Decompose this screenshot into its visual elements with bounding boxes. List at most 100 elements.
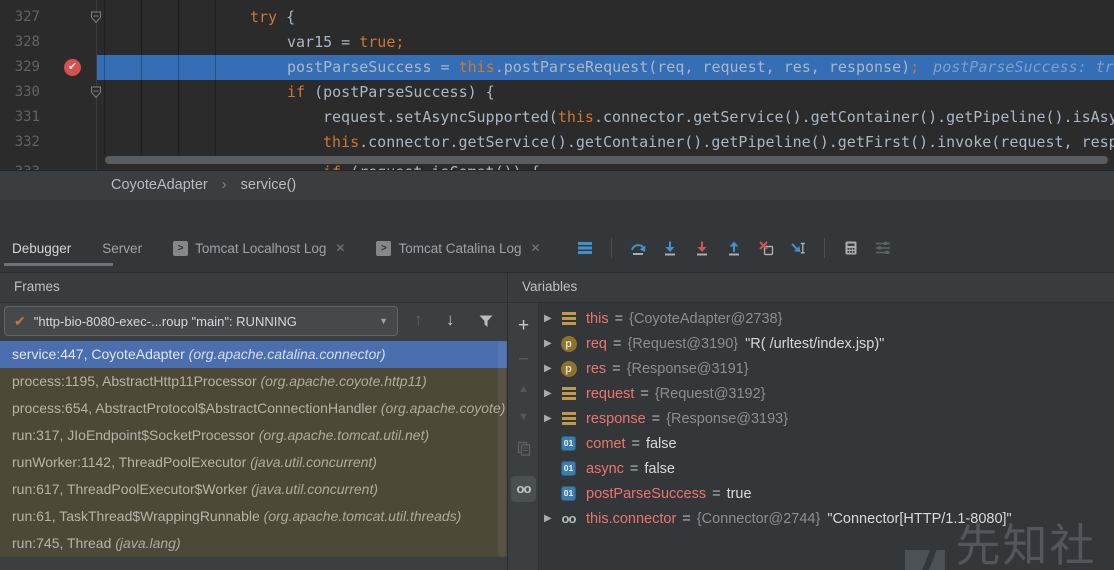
run-to-cursor-icon[interactable]: [790, 240, 806, 256]
variable-row[interactable]: ▶preq={Request@3190}"R( /urltest/index.j…: [539, 331, 1114, 356]
variable-primitive-value: true: [727, 486, 752, 502]
expand-arrow-icon[interactable]: ▶: [544, 513, 560, 524]
code-line: var15 = true;: [287, 30, 404, 55]
equals-sign: =: [613, 336, 621, 352]
frames-panel: Frames ✔ "http-bio-8080-exec-...roup "ma…: [0, 273, 508, 570]
breadcrumb-class[interactable]: CoyoteAdapter: [111, 177, 208, 193]
watches-toolbar: + − ▲ ▼ oo: [509, 303, 539, 570]
frame-location: run:745, Thread: [12, 535, 115, 551]
expand-arrow-icon[interactable]: ▶: [544, 388, 560, 399]
frame-location: service:447, CoyoteAdapter: [12, 346, 189, 362]
variable-row[interactable]: ▶request={Request@3192}: [539, 381, 1114, 406]
remove-watch-icon[interactable]: −: [509, 349, 538, 371]
frame-row[interactable]: run:745, Thread (java.lang): [0, 530, 507, 557]
dropdown-caret-icon: ▼: [379, 316, 388, 326]
variable-primitive-value: false: [646, 436, 677, 452]
frame-row[interactable]: run:617, ThreadPoolExecutor$Worker (java…: [0, 476, 507, 503]
drop-frame-icon[interactable]: [758, 240, 774, 256]
frames-scrollbar[interactable]: [498, 341, 506, 557]
code-segment: if: [323, 163, 350, 170]
fold-marker-icon[interactable]: [90, 86, 102, 104]
close-icon[interactable]: ✕: [335, 241, 345, 255]
variable-reference: {Response@3193}: [666, 411, 788, 427]
line-number: 329: [0, 55, 40, 80]
indent-guide: [141, 0, 142, 155]
force-step-into-icon[interactable]: [694, 240, 710, 256]
frame-row[interactable]: process:654, AbstractProtocol$AbstractCo…: [0, 395, 507, 422]
tab-label: Server: [102, 241, 142, 256]
variable-row[interactable]: 01async=false: [539, 456, 1114, 481]
code-segment: try: [250, 8, 286, 26]
frame-package: (org.apache.tomcat.util.threads): [264, 508, 462, 524]
filter-funnel-icon[interactable]: [478, 313, 494, 334]
frame-location: run:317, JIoEndpoint$SocketProcessor: [12, 427, 259, 443]
variable-name: this: [586, 311, 609, 327]
step-over-icon[interactable]: [630, 240, 646, 256]
duplicate-watch-icon[interactable]: [509, 441, 538, 462]
equals-sign: =: [682, 511, 690, 527]
expand-arrow-icon[interactable]: ▶: [544, 313, 560, 324]
code-editor[interactable]: 327try {328var15 = true;329✔postParseSuc…: [0, 0, 1114, 170]
frame-row[interactable]: run:61, TaskThread$WrappingRunnable (org…: [0, 503, 507, 530]
variable-reference: {Request@3190}: [627, 336, 738, 352]
code-segment: (request.isComet()) {: [350, 163, 540, 170]
tab-label: Tomcat Catalina Log: [398, 241, 521, 256]
variable-row[interactable]: 01postParseSuccess=true: [539, 481, 1114, 506]
frame-row[interactable]: run:317, JIoEndpoint$SocketProcessor (or…: [0, 422, 507, 449]
breakpoint-icon[interactable]: ✔: [64, 59, 81, 76]
editor-horizontal-scrollbar[interactable]: [105, 156, 1108, 164]
frame-package: (org.apache.coyote): [381, 400, 506, 416]
tab-tomcat-catalina-log[interactable]: >Tomcat Catalina Log✕: [376, 241, 540, 256]
code-segment: (postParseSuccess) {: [314, 83, 495, 101]
variable-row[interactable]: 01comet=false: [539, 431, 1114, 456]
variable-row[interactable]: ▶response={Response@3193}: [539, 406, 1114, 431]
expand-arrow-icon[interactable]: ▶: [544, 338, 560, 349]
expand-arrow-icon[interactable]: ▶: [544, 363, 560, 374]
ide-debug-window: 327try {328var15 = true;329✔postParseSuc…: [0, 0, 1114, 570]
frame-package: (java.util.concurrent): [250, 454, 377, 470]
code-segment: .connector.getService().getContainer().g…: [359, 133, 1114, 151]
layout-settings-icon[interactable]: [875, 240, 891, 256]
equals-sign: =: [652, 411, 660, 427]
fold-marker-icon[interactable]: [90, 11, 102, 29]
step-out-icon[interactable]: [726, 240, 742, 256]
evaluate-expression-icon[interactable]: [843, 240, 859, 256]
tab-label: Debugger: [12, 241, 71, 256]
breadcrumb-method[interactable]: service(): [241, 177, 297, 193]
close-icon[interactable]: ✕: [531, 241, 541, 255]
move-watch-down-icon[interactable]: ▼: [509, 411, 538, 423]
variable-row[interactable]: ▶pres={Response@3191}: [539, 356, 1114, 381]
code-segment: {: [286, 8, 295, 26]
frame-row[interactable]: service:447, CoyoteAdapter (org.apache.c…: [0, 341, 507, 368]
value-icon: [560, 412, 577, 425]
add-watch-icon[interactable]: +: [509, 315, 538, 337]
frame-location: run:61, TaskThread$WrappingRunnable: [12, 508, 264, 524]
variable-row[interactable]: ▶this={CoyoteAdapter@2738}: [539, 306, 1114, 331]
show-watches-icon[interactable]: oo: [511, 476, 536, 502]
variables-panel: Variables 先知社区 + − ▲ ▼ oo ▶this={Coy: [509, 273, 1114, 570]
frame-package: (org.apache.catalina.connector): [189, 346, 386, 362]
variable-row[interactable]: ▶oothis.connector={Connector@2744}"Conne…: [539, 506, 1114, 531]
thread-selector-value: "http-bio-8080-exec-...roup "main": RUNN…: [34, 314, 370, 329]
step-into-icon[interactable]: [662, 240, 678, 256]
variables-tree: ▶this={CoyoteAdapter@2738}▶preq={Request…: [539, 303, 1114, 570]
previous-frame-icon[interactable]: ↑: [414, 310, 423, 330]
frame-row[interactable]: process:1195, AbstractHttp11Processor (o…: [0, 368, 507, 395]
line-number: 331: [0, 105, 40, 130]
show-execution-point-icon[interactable]: [577, 240, 593, 256]
frames-title: Frames: [14, 279, 60, 294]
expand-arrow-icon[interactable]: ▶: [544, 413, 560, 424]
tab-server[interactable]: Server: [102, 241, 142, 256]
code-segment: if: [287, 83, 314, 101]
thread-selector-dropdown[interactable]: ✔ "http-bio-8080-exec-...roup "main": RU…: [4, 306, 398, 336]
line-number: 330: [0, 80, 40, 105]
tab-debugger[interactable]: Debugger: [12, 241, 71, 256]
move-watch-up-icon[interactable]: ▲: [509, 383, 538, 395]
next-frame-icon[interactable]: ↓: [446, 310, 455, 330]
breadcrumb-separator-icon: ›: [222, 177, 227, 193]
code-segment: request.setAsyncSupported(: [323, 108, 558, 126]
code-line: postParseSuccess = this.postParseRequest…: [287, 55, 1114, 80]
tab-tomcat-localhost-log[interactable]: >Tomcat Localhost Log✕: [173, 241, 345, 256]
variable-reference: {Connector@2744}: [697, 511, 821, 527]
frame-row[interactable]: runWorker:1142, ThreadPoolExecutor (java…: [0, 449, 507, 476]
